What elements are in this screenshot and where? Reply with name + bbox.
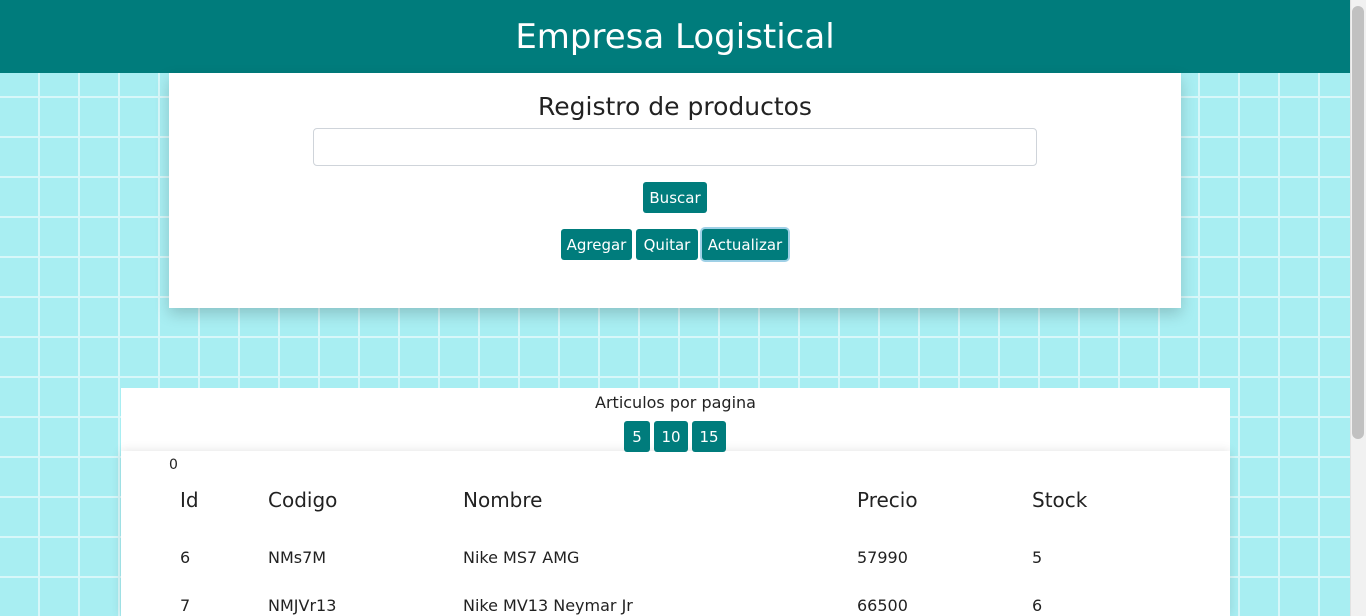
- column-header-stock[interactable]: Stock: [1032, 488, 1087, 512]
- form-title: Registro de productos: [538, 92, 812, 121]
- per-page-10-button[interactable]: 10: [654, 421, 688, 452]
- table-cell: Nike MV13 Neymar Jr: [463, 596, 633, 615]
- column-header-codigo[interactable]: Codigo: [268, 488, 337, 512]
- table-cell: 5: [1032, 548, 1043, 567]
- product-form-card: Registro de productos Buscar Agregar Qui…: [169, 73, 1181, 308]
- scrollbar-thumb[interactable]: [1352, 6, 1364, 439]
- app-title: Empresa Logistical: [515, 16, 835, 57]
- quitar-button[interactable]: Quitar: [636, 229, 698, 260]
- table-cell: 57990: [857, 548, 908, 567]
- column-header-precio[interactable]: Precio: [857, 488, 918, 512]
- app-header: Empresa Logistical: [0, 0, 1350, 73]
- table-cell: 6: [1032, 596, 1043, 615]
- actualizar-button[interactable]: Actualizar: [702, 229, 788, 260]
- table-cell: NMs7M: [268, 548, 327, 567]
- vertical-scrollbar[interactable]: [1350, 0, 1366, 616]
- table-cell: 7: [180, 596, 191, 615]
- agregar-button[interactable]: Agregar: [561, 229, 632, 260]
- column-header-id[interactable]: Id: [180, 488, 199, 512]
- per-page-label: Articulos por pagina: [595, 393, 756, 412]
- table-cell: 6: [180, 548, 191, 567]
- products-panel: Articulos por pagina 5 10 15 0 Id Codigo…: [121, 388, 1230, 616]
- table-cell: Nike MS7 AMG: [463, 548, 580, 567]
- column-header-nombre[interactable]: Nombre: [463, 488, 542, 512]
- per-page-15-button[interactable]: 15: [692, 421, 726, 452]
- table-cell: NMJVr13: [268, 596, 337, 615]
- buscar-button[interactable]: Buscar: [643, 182, 707, 213]
- item-count: 0: [169, 457, 178, 473]
- table-container: [121, 451, 1230, 616]
- per-page-5-button[interactable]: 5: [624, 421, 650, 452]
- search-input[interactable]: [313, 128, 1037, 166]
- table-cell: 66500: [857, 596, 908, 615]
